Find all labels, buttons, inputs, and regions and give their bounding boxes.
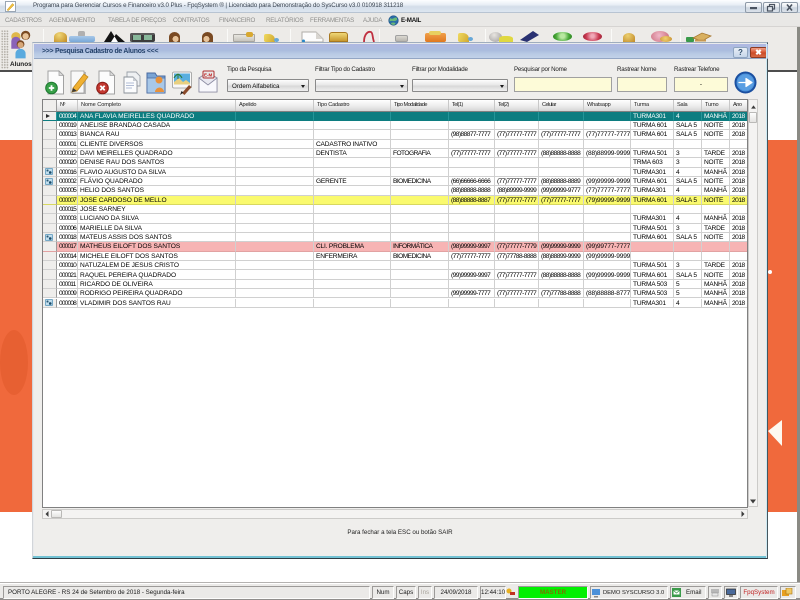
svg-text:E-M: E-M (204, 73, 213, 78)
